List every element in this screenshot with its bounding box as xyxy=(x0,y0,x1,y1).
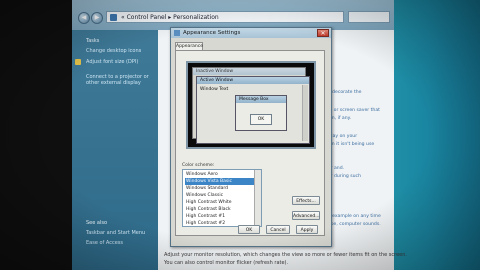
preview-ok-button: OK xyxy=(250,114,272,125)
content-text-fragment: ry example on any time xyxy=(326,214,381,219)
effects-button[interactable]: Effects... xyxy=(292,196,320,205)
dialog-title-bar[interactable]: Appearance Settings ✕ xyxy=(171,28,331,38)
color-scheme-label: Color scheme: xyxy=(182,163,215,168)
appearance-tab-panel: Inactive Window Active Window Window Tex… xyxy=(175,50,325,236)
address-path: « Control Panel ▸ Personalization xyxy=(121,14,219,21)
list-scrollbar[interactable] xyxy=(254,170,261,226)
list-item[interactable]: Windows Classic xyxy=(185,192,254,199)
screen: ◀ ▶ « Control Panel ▸ Personalization Ta… xyxy=(0,0,480,270)
list-item[interactable]: High Contrast Black xyxy=(185,206,254,213)
list-item[interactable]: Windows Standard xyxy=(185,185,254,192)
list-item-selected[interactable]: Windows Vista Basic xyxy=(185,178,254,185)
close-icon[interactable]: ✕ xyxy=(317,29,329,37)
cancel-button[interactable]: Cancel xyxy=(266,225,290,234)
list-item[interactable]: High Contrast White xyxy=(185,199,254,206)
list-item[interactable]: High Contrast #1 xyxy=(185,213,254,220)
dialog-title: Appearance Settings xyxy=(183,30,241,36)
content-text-fragment: hen it isn't being use xyxy=(326,142,375,147)
appearance-icon xyxy=(174,30,180,36)
color-scheme-list[interactable]: Windows Aero Windows Vista Basic Windows… xyxy=(182,169,262,227)
back-button[interactable]: ◀ xyxy=(78,12,90,24)
resolution-description: Adjust your monitor resolution, which ch… xyxy=(164,252,408,258)
refresh-rate-description: You can also control monitor flicker (re… xyxy=(164,260,289,266)
search-input[interactable] xyxy=(348,11,390,23)
apply-button[interactable]: Apply xyxy=(296,225,318,234)
ok-button[interactable]: OK xyxy=(238,225,260,234)
taskbar-start-menu-link[interactable]: Taskbar and Start Menu xyxy=(86,230,145,236)
connect-projector-link[interactable]: Connect to a projector or other external… xyxy=(86,74,152,86)
preview-message-box: Message Box OK xyxy=(235,95,287,131)
task-pane-title: Tasks xyxy=(86,38,100,44)
content-text-fragment: tape, computer sounds. xyxy=(326,222,381,227)
preview-active-window: Active Window Window Text Message Box OK xyxy=(196,76,310,144)
change-desktop-icons-link[interactable]: Change desktop icons xyxy=(86,48,141,54)
desktop-background xyxy=(392,0,480,270)
control-panel-icon xyxy=(110,14,117,21)
ease-of-access-link[interactable]: Ease of Access xyxy=(86,240,123,246)
address-bar[interactable]: « Control Panel ▸ Personalization xyxy=(106,11,344,23)
preview-message-title: Message Box xyxy=(236,96,286,103)
appearance-settings-dialog: Appearance Settings ✕ Appearance Inactiv… xyxy=(170,27,332,247)
preview-active-title: Active Window xyxy=(197,77,309,84)
forward-button[interactable]: ▶ xyxy=(91,12,103,24)
appearance-preview: Inactive Window Active Window Window Tex… xyxy=(186,61,316,149)
preview-scrollbar xyxy=(302,85,308,141)
preview-inactive-title: Inactive Window xyxy=(193,68,305,75)
task-pane: Tasks Change desktop icons Adjust font s… xyxy=(72,30,158,270)
content-text-fragment: er, or screen saver that xyxy=(326,108,380,113)
window-toolbar: ◀ ▶ « Control Panel ▸ Personalization xyxy=(72,0,394,30)
preview-window-text: Window Text xyxy=(200,87,229,92)
advanced-button[interactable]: Advanced... xyxy=(292,211,320,220)
adjust-font-size-link[interactable]: Adjust font size (DPI) xyxy=(86,59,138,65)
shield-icon xyxy=(75,59,81,65)
see-also-title: See also xyxy=(86,220,108,226)
list-item[interactable]: Windows Aero xyxy=(185,171,254,178)
